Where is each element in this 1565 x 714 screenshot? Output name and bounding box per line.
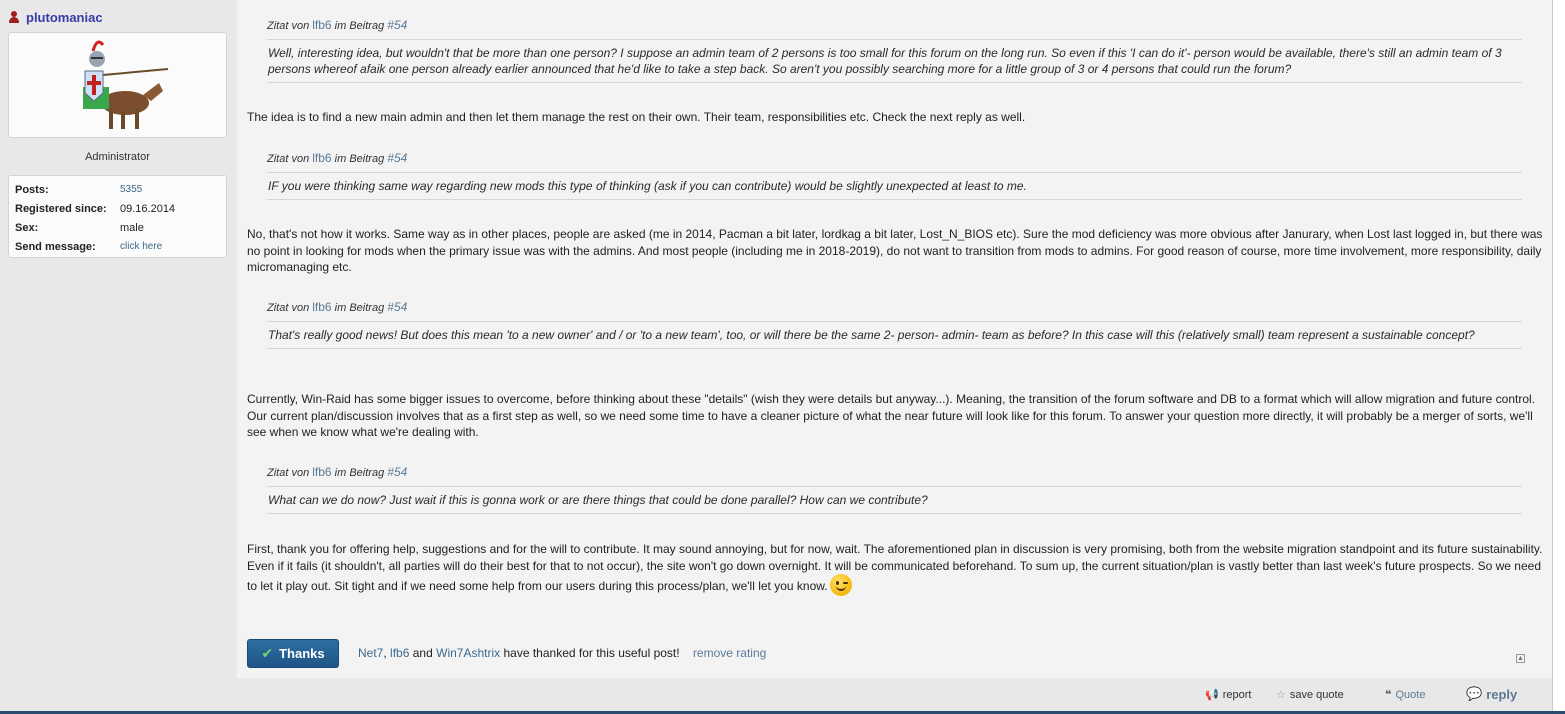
reply-text: First, thank you for offering help, sugg…	[247, 542, 1543, 593]
save-quote-label: save quote	[1289, 688, 1344, 701]
info-label: Registered since:	[15, 202, 107, 215]
info-label: Send message:	[15, 240, 96, 253]
reply-paragraph: Currently, Win-Raid has some bigger issu…	[247, 392, 1536, 439]
reply-label: reply	[1486, 686, 1518, 702]
quote-post-link[interactable]: #54	[387, 465, 407, 479]
thanks-button[interactable]: ✔ Thanks	[247, 639, 339, 668]
quote-author-link[interactable]: lfb6	[312, 300, 331, 314]
remove-rating-link[interactable]: remove rating	[693, 646, 766, 660]
quote-text: IF you were thinking same way regarding …	[267, 172, 1522, 200]
quote-post-link[interactable]: #54	[387, 151, 407, 165]
thanks-button-label: Thanks	[279, 646, 325, 661]
user-sidebar: plutomaniac Administrator Posts: 5355 Re…	[0, 0, 236, 714]
quote-block: Zitat von lfb6 im Beitrag #54 That's rea…	[267, 300, 1522, 349]
quote-header: Zitat von lfb6 im Beitrag #54	[267, 300, 408, 314]
info-value: 09.16.2014	[120, 202, 176, 215]
post-footer: 📢 report ☆ save quote ❝ Quote 💬 reply	[237, 678, 1552, 711]
quote-block: Zitat von lfb6 im Beitrag #54 IF you wer…	[267, 151, 1522, 200]
scroll-top-icon[interactable]: ▲	[1516, 654, 1525, 663]
send-message-link[interactable]: click here	[120, 241, 162, 252]
info-label: Posts:	[15, 183, 49, 196]
reply-paragraph: No, that's not how it works. Same way as…	[247, 227, 1543, 274]
speech-bubble-icon: 💬	[1466, 686, 1483, 701]
save-quote-button[interactable]: ☆ save quote	[1276, 688, 1344, 702]
username[interactable]: plutomaniac	[26, 10, 103, 25]
checkmark-icon: ✔	[261, 645, 274, 661]
thanks-suffix: have thanked for this useful post!	[503, 646, 680, 660]
quote-author-link[interactable]: lfb6	[312, 151, 331, 165]
thanks-line: Net7, lfb6 and Win7Ashtrix have thanked …	[358, 646, 767, 660]
post-content: Zitat von lfb6 im Beitrag #54 Well, inte…	[237, 0, 1552, 678]
quote-text: That's really good news! But does this m…	[267, 321, 1522, 349]
star-icon: ☆	[1276, 689, 1286, 701]
quote-header: Zitat von lfb6 im Beitrag #54	[267, 465, 408, 479]
avatar	[8, 32, 227, 138]
quote-text: Well, interesting idea, but wouldn't tha…	[267, 39, 1522, 83]
thanked-user-link[interactable]: lfb6	[390, 646, 409, 660]
quote-author-link[interactable]: lfb6	[312, 18, 331, 32]
reply-paragraph: First, thank you for offering help, sugg…	[247, 541, 1547, 596]
quote-text: What can we do now? Just wait if this is…	[267, 486, 1522, 514]
username-row[interactable]: plutomaniac	[8, 8, 103, 26]
info-row-send-message: Send message: click here	[15, 237, 220, 256]
thanked-user-link[interactable]: Win7Ashtrix	[436, 646, 500, 660]
quote-post-link[interactable]: #54	[387, 18, 407, 32]
thanked-user-link[interactable]: Net7	[358, 646, 383, 660]
info-row-sex: Sex: male	[15, 218, 220, 237]
quote-author-link[interactable]: lfb6	[312, 465, 331, 479]
user-icon	[8, 11, 20, 23]
quote-block: Zitat von lfb6 im Beitrag #54 Well, inte…	[267, 18, 1522, 83]
report-button[interactable]: 📢 report	[1205, 688, 1252, 702]
user-role: Administrator	[85, 151, 150, 163]
quote-header: Zitat von lfb6 im Beitrag #54	[267, 151, 408, 165]
info-label: Sex:	[15, 221, 39, 234]
user-info-box: Posts: 5355 Registered since: 09.16.2014…	[8, 175, 227, 258]
report-label: report	[1222, 688, 1252, 701]
quote-header: Zitat von lfb6 im Beitrag #54	[267, 18, 408, 32]
knight-avatar-image	[82, 40, 168, 129]
info-row-posts: Posts: 5355	[15, 180, 220, 199]
wink-smiley-icon	[829, 574, 852, 596]
info-row-registered: Registered since: 09.16.2014	[15, 199, 220, 218]
reply-button[interactable]: 💬 reply	[1466, 686, 1517, 702]
quote-marks-icon: ❝	[1385, 689, 1392, 701]
quote-block: Zitat von lfb6 im Beitrag #54 What can w…	[267, 465, 1522, 514]
posts-count-link[interactable]: 5355	[120, 184, 142, 195]
quote-button[interactable]: ❝ Quote	[1385, 688, 1426, 702]
info-value: male	[120, 221, 144, 234]
scrollbar-track[interactable]	[1552, 0, 1565, 714]
reply-paragraph: The idea is to find a new main admin and…	[247, 110, 1026, 124]
quote-label: Quote	[1395, 688, 1426, 701]
megaphone-icon: 📢	[1205, 689, 1219, 701]
quote-post-link[interactable]: #54	[387, 300, 407, 314]
